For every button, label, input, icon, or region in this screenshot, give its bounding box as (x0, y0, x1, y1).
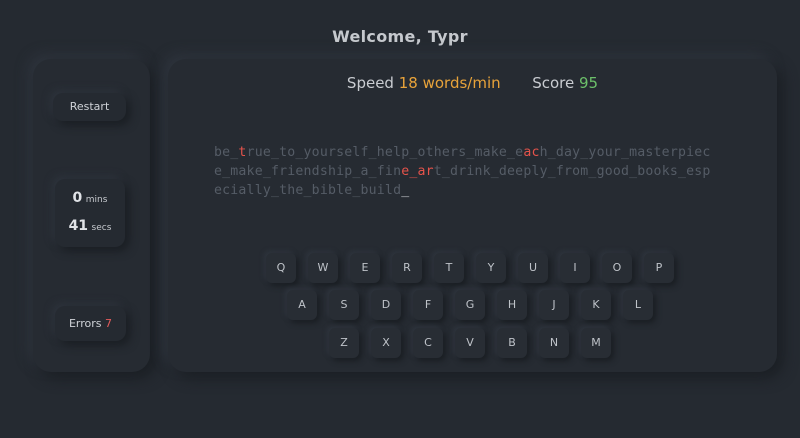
typing-line: e_make_friendship_a_fine_art_drink_deepl… (214, 162, 734, 181)
speed-value: 18 words/min (398, 74, 501, 92)
pending-text: be_ (214, 145, 239, 160)
typing-line: ecially_the_bible_build_ (214, 181, 734, 200)
pending-text: ecially_the_bible_build (214, 183, 402, 198)
key-d[interactable]: D (371, 290, 401, 320)
key-o[interactable]: O (602, 253, 632, 283)
timer-seconds: 41 secs (55, 218, 125, 234)
pending-text: t_drink_deeply_from_good_books_esp (433, 164, 711, 179)
minutes-unit: mins (85, 195, 108, 205)
key-f[interactable]: F (413, 290, 443, 320)
key-v[interactable]: V (455, 328, 485, 358)
key-i[interactable]: I (560, 253, 590, 283)
pending-text: e_make_friendship_a_fin (214, 164, 402, 179)
keyboard-row: QWERTYUIOP (168, 253, 777, 283)
key-g[interactable]: G (455, 290, 485, 320)
timer-card: 0 mins 41 secs (55, 179, 125, 247)
minutes-value: 0 (72, 190, 83, 206)
key-m[interactable]: M (581, 328, 611, 358)
pending-text: h_day_your_masterpiec (539, 145, 711, 160)
restart-button[interactable]: Restart (53, 93, 126, 121)
key-x[interactable]: X (371, 328, 401, 358)
key-y[interactable]: Y (476, 253, 506, 283)
seconds-value: 41 (68, 218, 89, 234)
mistyped-text: t (238, 145, 247, 160)
errors-label: Errors (68, 317, 102, 330)
timer-minutes: 0 mins (55, 190, 125, 206)
key-k[interactable]: K (581, 290, 611, 320)
typing-panel: Speed 18 words/min Score 95 be_true_to_y… (168, 59, 777, 372)
mistyped-text: ac (523, 145, 540, 160)
speed-label: Speed (346, 74, 394, 92)
key-r[interactable]: R (392, 253, 422, 283)
key-u[interactable]: U (518, 253, 548, 283)
page-title: Welcome, Typr (332, 27, 468, 46)
sidebar-panel: Restart 0 mins 41 secs Errors 7 (33, 59, 150, 372)
key-w[interactable]: W (308, 253, 338, 283)
mistyped-text: e_ar (401, 164, 434, 179)
key-c[interactable]: C (413, 328, 443, 358)
key-b[interactable]: B (497, 328, 527, 358)
seconds-unit: secs (91, 223, 112, 233)
key-e[interactable]: E (350, 253, 380, 283)
key-h[interactable]: H (497, 290, 527, 320)
keyboard-row: ZXCVBNM (168, 328, 777, 358)
key-q[interactable]: Q (266, 253, 296, 283)
errors-card: Errors 7 (55, 306, 126, 341)
key-a[interactable]: A (287, 290, 317, 320)
key-z[interactable]: Z (329, 328, 359, 358)
key-j[interactable]: J (539, 290, 569, 320)
typing-text-area[interactable]: be_true_to_yourself_help_others_make_eac… (214, 143, 734, 200)
pending-text: rue_to_yourself_help_others_make_e (246, 145, 524, 160)
key-s[interactable]: S (329, 290, 359, 320)
key-l[interactable]: L (623, 290, 653, 320)
key-n[interactable]: N (539, 328, 569, 358)
errors-count: 7 (105, 317, 113, 330)
score-value: 95 (578, 74, 599, 92)
stats-bar: Speed 18 words/min Score 95 (168, 74, 777, 92)
key-t[interactable]: T (434, 253, 464, 283)
key-p[interactable]: P (644, 253, 674, 283)
keyboard-row: ASDFGHJKL (168, 290, 777, 320)
score-label: Score (532, 74, 575, 92)
text-cursor: _ (401, 183, 410, 198)
typing-line: be_true_to_yourself_help_others_make_eac… (214, 143, 734, 162)
